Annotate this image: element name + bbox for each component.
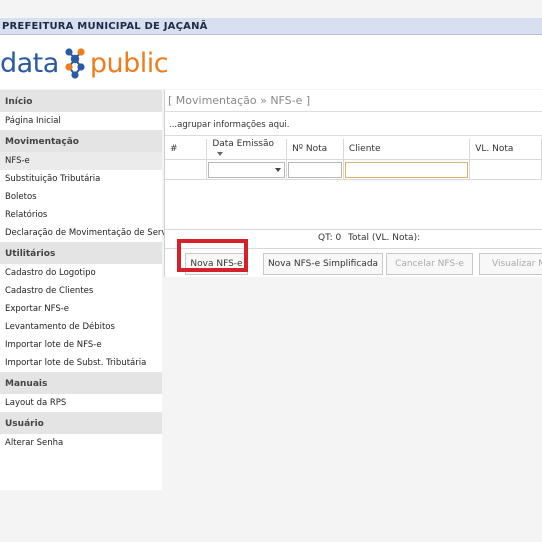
filter-data-emissao-cell bbox=[206, 159, 288, 180]
col-header-data-emissao[interactable]: Data Emissão bbox=[206, 139, 288, 160]
filter-numero-nota-input[interactable] bbox=[288, 161, 342, 178]
filter-cliente-input[interactable] bbox=[344, 161, 469, 178]
prefeitura-title-bar: PREFEITURA MUNICIPAL DE JAÇANÃ bbox=[0, 18, 542, 35]
sidebar-item-alterar-senha[interactable]: Alterar Senha bbox=[0, 434, 162, 452]
sidebar-item-exportar-nfse[interactable]: Exportar NFS-e bbox=[0, 300, 162, 318]
quantity-summary: QT: 0 bbox=[318, 233, 342, 243]
sidebar-item-declaracao-movimentacao[interactable]: Declaração de Movimentação de Serviço bbox=[0, 224, 179, 242]
sidebar-section-movimentacao: Movimentação bbox=[0, 130, 162, 152]
sidebar-item-substituicao-tributaria[interactable]: Substituição Tributária bbox=[0, 170, 162, 188]
logo-network-icon bbox=[65, 48, 85, 79]
breadcrumb: [ Movimentação » NFS-e ] bbox=[165, 90, 542, 112]
sidebar-item-importar-lote-subst[interactable]: Importar lote de Subst. Tributária bbox=[0, 354, 162, 372]
sidebar-menu: Início Página Inicial Movimentação NFS-e… bbox=[0, 90, 179, 490]
total-summary: Total (VL. Nota): bbox=[348, 233, 421, 243]
sidebar-item-nfse[interactable]: NFS-e bbox=[0, 152, 162, 170]
sidebar-item-importar-lote-nfse[interactable]: Importar lote de NFS-e bbox=[0, 336, 162, 354]
filter-number-cell bbox=[165, 159, 208, 180]
filter-numero-nota-cell bbox=[286, 159, 344, 180]
sidebar-section-usuario: Usuário bbox=[0, 412, 162, 434]
datapublic-logo: data public bbox=[0, 45, 169, 81]
prefeitura-title: PREFEITURA MUNICIPAL DE JAÇANÃ bbox=[2, 21, 208, 32]
sidebar-item-relatorios[interactable]: Relatórios bbox=[0, 206, 162, 224]
col-header-number[interactable]: # bbox=[165, 139, 208, 160]
sidebar-section-utilitarios: Utilitários bbox=[0, 242, 162, 264]
nfse-grid: # Data Emissão Nº Nota Cliente VL. Nota bbox=[165, 139, 542, 180]
col-header-cliente[interactable]: Cliente bbox=[343, 139, 471, 160]
col-label-data-emissao: Data Emissão bbox=[212, 139, 275, 149]
header: data public bbox=[0, 35, 542, 89]
sidebar-item-levantamento-debitos[interactable]: Levantamento de Débitos bbox=[0, 318, 162, 336]
sidebar-item-boletos[interactable]: Boletos bbox=[0, 188, 162, 206]
grid-filter-row bbox=[165, 159, 542, 180]
col-header-vl-nota[interactable]: VL. Nota bbox=[469, 139, 542, 160]
cancelar-nfse-button[interactable]: Cancelar NFS-e bbox=[386, 253, 473, 275]
grid-header-row: # Data Emissão Nº Nota Cliente VL. Nota bbox=[165, 139, 542, 160]
sidebar-section-manuais: Manuais bbox=[0, 372, 162, 394]
filter-vl-nota-cell bbox=[469, 159, 542, 180]
highlight-box bbox=[177, 239, 248, 272]
visualizar-nfse-button[interactable]: Visualizar NFS-e bbox=[479, 253, 542, 275]
dropdown-arrow-icon bbox=[275, 167, 282, 172]
logo-word-public: public bbox=[89, 47, 169, 79]
nova-nfse-simplificada-button[interactable]: Nova NFS-e Simplificada bbox=[263, 253, 383, 275]
filter-cliente-cell bbox=[343, 159, 471, 180]
sidebar-item-cadastro-clientes[interactable]: Cadastro de Clientes bbox=[0, 282, 162, 300]
sort-arrow-icon bbox=[217, 151, 224, 156]
sidebar-item-pagina-inicial[interactable]: Página Inicial bbox=[0, 112, 162, 130]
group-by-area[interactable]: ...agrupar informações aqui. bbox=[165, 112, 542, 136]
sidebar-section-inicio: Início bbox=[0, 90, 162, 112]
logo-word-data: data bbox=[0, 47, 59, 79]
col-header-numero-nota[interactable]: Nº Nota bbox=[286, 139, 344, 160]
filter-data-emissao-select[interactable] bbox=[208, 161, 286, 178]
sidebar-item-cadastro-logotipo[interactable]: Cadastro do Logotipo bbox=[0, 264, 162, 282]
sidebar-item-layout-rps[interactable]: Layout da RPS bbox=[0, 394, 162, 412]
